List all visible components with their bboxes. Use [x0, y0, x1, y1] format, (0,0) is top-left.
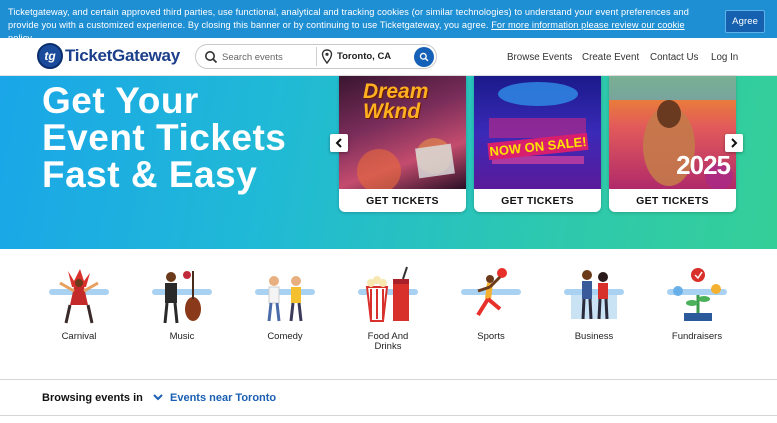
hero-title-line: Fast & Easy [42, 154, 258, 195]
browse-label: Browsing events in [42, 392, 143, 404]
category-music[interactable]: Music [137, 265, 227, 342]
carousel-next-button[interactable] [725, 134, 743, 152]
cookie-banner: Ticketgateway, and certain approved thir… [0, 0, 777, 43]
carnival-icon [49, 269, 109, 324]
category-sports[interactable]: Sports [446, 265, 536, 342]
event-poster[interactable]: 2025 [609, 76, 736, 189]
category-label: Sports [477, 331, 505, 342]
event-poster[interactable]: Dream Wknd [339, 76, 466, 189]
category-carnival[interactable]: Carnival [34, 265, 124, 342]
event-card[interactable]: Dream Wknd GET TICKETS [339, 76, 466, 212]
category-fundraisers[interactable]: Fundraisers [652, 265, 742, 342]
category-label: Food And Drinks [367, 331, 409, 352]
hero-banner: Get Your Event Tickets Fast & Easy Dream… [0, 76, 777, 249]
hero-title-line: Event Tickets [42, 117, 287, 158]
category-business[interactable]: Business [549, 265, 639, 342]
search-input[interactable] [222, 50, 310, 64]
category-label: Comedy [267, 331, 303, 342]
chevron-left-icon [335, 138, 342, 148]
search-submit-button[interactable] [414, 47, 434, 67]
logo[interactable]: tg TicketGateway [37, 43, 180, 69]
category-strip: Carnival Music Comedy Food And Drinks Sp… [0, 249, 777, 379]
nav-create-event[interactable]: Create Event [582, 52, 639, 63]
event-poster[interactable]: NOW ON SALE! [474, 76, 601, 189]
category-food-drinks[interactable]: Food And Drinks [343, 265, 433, 352]
event-card[interactable]: 2025 GET TICKETS [609, 76, 736, 212]
location-dropdown[interactable]: Events near Toronto [170, 392, 276, 404]
nav-contact-us[interactable]: Contact Us [650, 52, 698, 63]
chevron-right-icon [731, 138, 738, 148]
food-drinks-icon [358, 266, 418, 322]
category-comedy[interactable]: Comedy [240, 265, 330, 342]
chevron-down-icon[interactable] [153, 394, 163, 401]
browse-location-bar: Browsing events in Events near Toronto [0, 379, 777, 416]
business-icon [564, 270, 624, 320]
logo-text: TicketGateway [65, 46, 180, 65]
poster-text: Dream Wknd [363, 80, 429, 123]
get-tickets-button[interactable]: GET TICKETS [609, 189, 736, 212]
get-tickets-button[interactable]: GET TICKETS [339, 189, 466, 212]
category-label: Carnival [61, 331, 97, 342]
get-tickets-button[interactable]: GET TICKETS [474, 189, 601, 212]
location-field[interactable]: Toronto, CA [337, 51, 391, 62]
event-card[interactable]: NOW ON SALE! GET TICKETS [474, 76, 601, 212]
logo-mark: tg [37, 43, 63, 69]
site-header: tg TicketGateway Toronto, CA Browse Even… [0, 38, 777, 76]
category-label: Fundraisers [671, 331, 723, 342]
agree-button[interactable]: Agree [725, 10, 765, 33]
comedy-icon [255, 276, 315, 322]
category-label: Business [574, 331, 614, 342]
carousel-prev-button[interactable] [330, 134, 348, 152]
poster-text: 2025 [676, 150, 731, 180]
search-bar: Toronto, CA [195, 44, 437, 69]
search-icon [419, 52, 429, 62]
location-pin-icon [321, 49, 333, 64]
hero-title: Get Your Event Tickets Fast & Easy [42, 82, 332, 193]
music-icon [152, 271, 212, 324]
category-label: Music [169, 331, 195, 342]
nav-log-in[interactable]: Log In [711, 52, 738, 63]
search-icon [205, 51, 218, 64]
sports-icon [461, 268, 521, 317]
nav-browse-events[interactable]: Browse Events [507, 52, 572, 63]
search-divider [316, 47, 317, 66]
hero-title-line: Get Your [42, 80, 199, 121]
fundraisers-icon [667, 268, 727, 321]
